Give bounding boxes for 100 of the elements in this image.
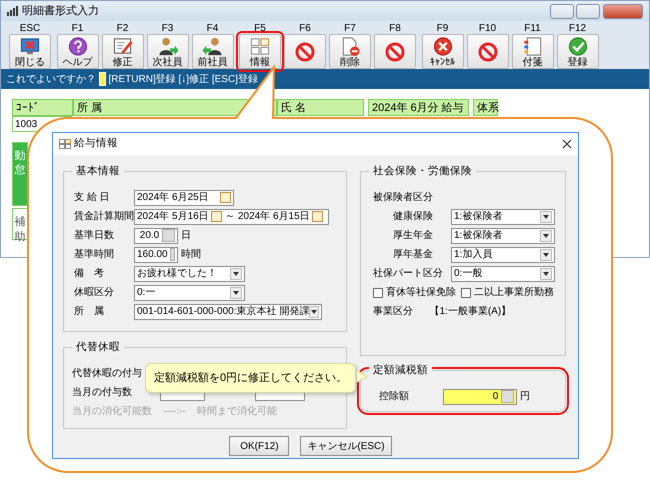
separator-text: ～ [225, 210, 236, 224]
field-label: 社保パート区分 [373, 266, 444, 281]
calendar-icon[interactable] [312, 211, 324, 222]
field-label: 賃金計算期間 [73, 210, 134, 224]
field-value: 160.00 [137, 248, 168, 262]
field-value: 2024年 5月16日 [137, 210, 209, 224]
column-header: 氏 名 [277, 99, 364, 116]
field-value: 1:被保険者 [454, 228, 502, 243]
field-label: 基準時間 [73, 248, 115, 262]
unit-label: 時間 [180, 248, 201, 262]
toolbar-button[interactable]: 前社員 [192, 34, 234, 69]
person-arrow-icon [202, 36, 224, 57]
toolbar-button[interactable]: ヘルプ [56, 34, 98, 69]
select-field[interactable]: 1:被保険者 [451, 208, 555, 224]
side-label: 動怠 [14, 148, 26, 178]
toolbar-button[interactable]: 情報 [239, 34, 281, 69]
toolbar-button[interactable] [374, 34, 416, 69]
field-label: 所 属 [73, 304, 105, 319]
prohibited-icon [384, 41, 406, 63]
field-label: 厚年基金 [392, 248, 434, 262]
field-label: 当月の付与数 [72, 386, 133, 400]
field-value: 2024年 6月15日 [238, 210, 310, 224]
function-key-label: F3 [162, 23, 174, 34]
field-label: 代替休暇の付与 [72, 366, 143, 381]
field-label: 控除額 [378, 390, 410, 404]
field-value: 2024年 6月25日 [137, 191, 209, 205]
select-field[interactable]: 001-014-601-000-000:東京本社 開発課 [134, 304, 322, 320]
checkbox-label: 育休等社保免除 [386, 286, 456, 300]
cancel-button[interactable]: キャンセル(ESC) [300, 436, 392, 456]
field-value: お疲れ様でした！ [137, 266, 217, 281]
toolbar-button[interactable]: 登録 [556, 34, 598, 69]
field-value: 0 [492, 390, 498, 404]
minimize-button[interactable] [550, 4, 574, 18]
function-key-label: F10 [478, 23, 496, 34]
field-value: 20.0 [140, 229, 160, 243]
field-label: 備 考 [73, 266, 105, 281]
function-key-label: F12 [568, 23, 586, 34]
tooltip: 定額減税額を0円に修正してください。 [145, 363, 356, 393]
function-key-label: F11 [524, 23, 541, 34]
toolbar-button[interactable]: 次社員 [146, 34, 188, 69]
tooltip-pointer [357, 369, 367, 383]
field-label: 当月の消化可能数 [72, 404, 152, 419]
function-key-label: F9 [436, 23, 448, 34]
field-label: 休暇区分 [73, 286, 115, 300]
toolbar-button[interactable]: 閉じる [9, 34, 51, 69]
period-field[interactable]: 2024年 5月16日 ～ 2024年 6月15日 [134, 208, 329, 224]
select-field[interactable]: 1:加入員 [451, 246, 555, 262]
function-key-label: F5 [254, 23, 266, 34]
field-value: 0:一 [137, 286, 156, 300]
unit-label: 日 [180, 229, 191, 243]
checkbox[interactable] [461, 288, 472, 298]
checkbox[interactable] [373, 288, 383, 298]
person-arrow-icon [156, 36, 178, 57]
monitor-x-icon [19, 36, 41, 57]
field-value: ----:-- [163, 405, 186, 419]
app-icon [7, 6, 19, 16]
select-field[interactable]: 1:被保険者 [451, 228, 555, 244]
field-value: 【1:一般事業(A)】 [430, 304, 512, 319]
toolbar-button[interactable]: ｷｬﾝｾﾙ [422, 34, 464, 69]
close-icon[interactable] [562, 139, 572, 149]
function-key-label: F4 [206, 23, 218, 34]
field-label: 健康保険 [392, 210, 434, 224]
function-key-label: F1 [72, 23, 84, 34]
toolbar-button[interactable]: 削除 [329, 34, 371, 69]
amount-field[interactable]: 0 [443, 388, 517, 404]
window-title: 明細書形式入力 [22, 4, 99, 19]
date-field[interactable]: 2024年 6月25日 [134, 190, 234, 206]
unit-label: 円 [520, 390, 530, 404]
notepad-pencil-icon [112, 36, 134, 57]
close-button[interactable] [603, 4, 643, 18]
toolbar-button[interactable] [284, 34, 326, 69]
text-cursor [98, 72, 106, 86]
code-value: 1003 [15, 118, 38, 132]
prompt-text: これでよいですか？ [6, 72, 96, 86]
column-header: 2024年 6月分 給与 [368, 99, 469, 116]
select-field[interactable]: お疲れ様でした！ [134, 266, 245, 282]
field-value: 1:被保険者 [454, 210, 502, 224]
key-hints: [RETURN]登録 [↓]修正 [ESC]登録 [108, 72, 258, 86]
toolbar-button[interactable] [466, 34, 508, 69]
unit-label: 時間まで消化可能 [196, 404, 277, 419]
section-label: 被保険者区分 [373, 190, 434, 205]
field-label: 事業区分 [373, 304, 413, 319]
toolbar-button[interactable]: 付箋 [512, 34, 554, 69]
toolbar-button[interactable]: 修正 [102, 34, 144, 69]
number-field[interactable]: 20.0 [134, 228, 178, 244]
select-field[interactable]: 0:一般 [451, 266, 555, 282]
calendar-icon[interactable] [211, 211, 222, 222]
number-field[interactable]: 160.00 [134, 246, 178, 262]
checkbox-label: 二以上事業所勤務 [474, 286, 554, 300]
field-label: 支 給 日 [73, 190, 111, 205]
calendar-icon[interactable] [220, 192, 231, 203]
ok-button[interactable]: OK(F12) [229, 436, 290, 456]
prohibited-icon [476, 41, 498, 63]
maximize-button[interactable] [576, 4, 600, 18]
check-icon [566, 36, 588, 57]
select-field[interactable]: 0:一 [134, 284, 245, 300]
column-header: 体系 [473, 99, 498, 116]
field-label: 基準日数 [73, 228, 115, 243]
function-key-label: ESC [20, 23, 40, 34]
dialog-icon [59, 139, 71, 149]
